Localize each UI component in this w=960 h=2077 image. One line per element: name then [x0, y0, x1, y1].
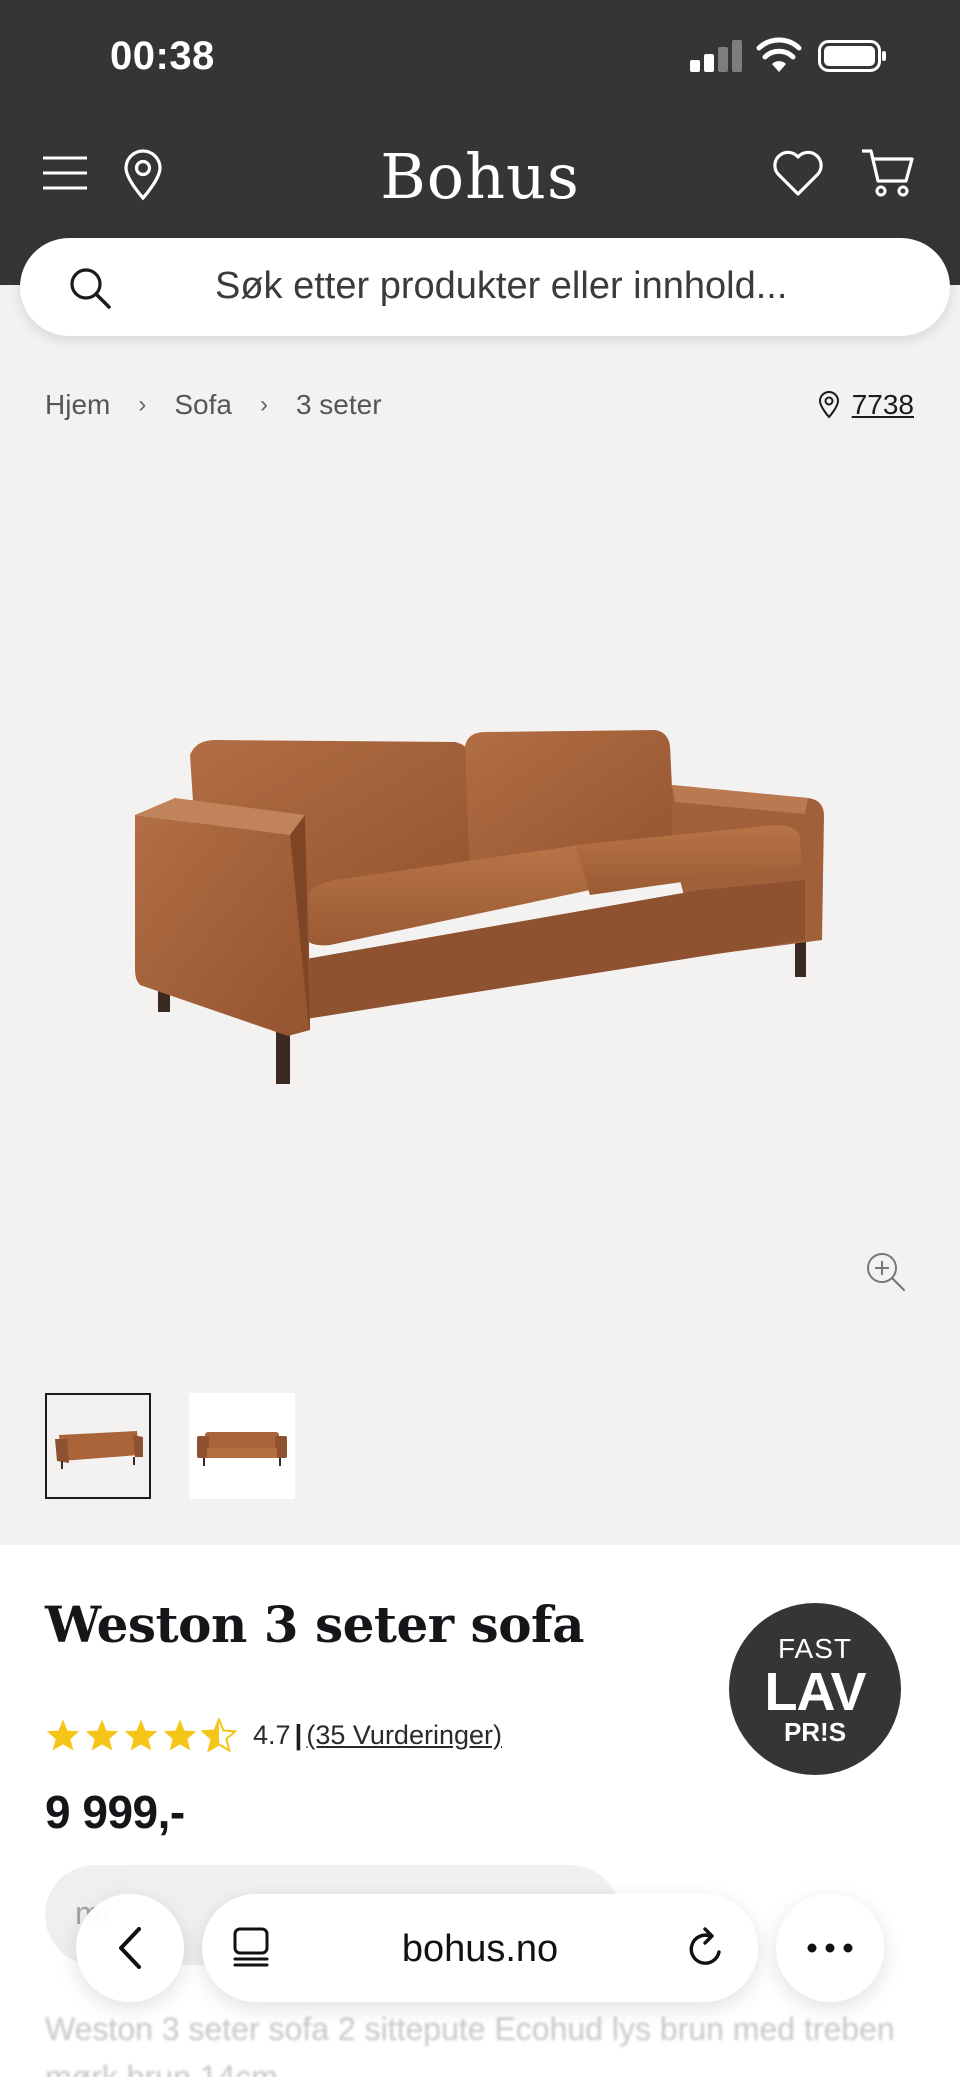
badge-line-2: LAV	[764, 1662, 867, 1722]
breadcrumb-sofa[interactable]: Sofa	[174, 389, 232, 421]
thumbnail-gallery	[45, 1393, 295, 1499]
status-bar: 00:38	[0, 0, 960, 115]
thumbnail-2[interactable]	[189, 1393, 295, 1499]
sofa-thumbnail-image	[55, 1431, 143, 1469]
heart-icon	[773, 150, 823, 196]
breadcrumb-3-seter[interactable]: 3 seter	[296, 389, 382, 421]
star-rating	[45, 1718, 237, 1752]
zoom-in-icon	[867, 1253, 906, 1292]
address-bar[interactable]: bohus.no	[202, 1894, 758, 2002]
location-pin-icon	[818, 391, 839, 419]
more-options-button[interactable]	[776, 1894, 884, 2002]
fast-lav-pris-badge: FAST LAV PR!S	[729, 1603, 901, 1775]
wifi-icon	[756, 37, 802, 72]
search-bar[interactable]: Søk etter produkter eller innhold...	[20, 238, 950, 336]
product-image[interactable]	[0, 440, 960, 1340]
chevron-right-icon: ›	[259, 391, 268, 418]
thumbnail-1[interactable]	[45, 1393, 151, 1499]
rating-value: 4.7	[253, 1719, 291, 1750]
breadcrumb: Hjem › Sofa › 3 seter	[45, 385, 382, 425]
chevron-left-icon	[119, 1927, 141, 1969]
search-icon	[70, 268, 111, 309]
star-icon	[85, 1719, 119, 1751]
chevron-right-icon: ›	[138, 391, 147, 418]
store-label[interactable]: 7738	[852, 389, 914, 421]
sofa-thumbnail-image	[197, 1432, 287, 1466]
product-title: Weston 3 seter sofa	[45, 1595, 584, 1654]
star-icon	[46, 1719, 80, 1751]
search-placeholder: Søk etter produkter eller innhold...	[215, 265, 788, 307]
reload-icon[interactable]	[686, 1924, 728, 1970]
browser-toolbar: bohus.no	[0, 1880, 960, 2020]
cellular-signal-icon	[690, 40, 742, 72]
cart-button[interactable]	[858, 146, 918, 200]
more-horizontal-icon	[807, 1943, 853, 1953]
rating-separator: |	[294, 1719, 303, 1750]
cart-icon	[862, 149, 914, 197]
wishlist-button[interactable]	[770, 146, 826, 200]
product-price: 9 999,-	[45, 1786, 185, 1838]
back-button[interactable]	[76, 1894, 184, 2002]
store-selector[interactable]: 7738	[818, 385, 914, 425]
battery-icon	[818, 40, 886, 72]
badge-line-3: PR!S	[783, 1717, 847, 1747]
star-icon	[124, 1719, 158, 1751]
half-star-icon	[201, 1718, 237, 1752]
status-time: 00:38	[110, 34, 215, 78]
url-text: bohus.no	[401, 1928, 559, 1970]
star-icon	[163, 1719, 197, 1751]
zoom-button[interactable]	[864, 1250, 908, 1299]
breadcrumb-home[interactable]: Hjem	[45, 389, 110, 421]
rating-summary: 4.7 | (35 Vurderinger)	[45, 1713, 502, 1757]
reviews-link[interactable]: (35 Vurderinger)	[306, 1720, 502, 1751]
